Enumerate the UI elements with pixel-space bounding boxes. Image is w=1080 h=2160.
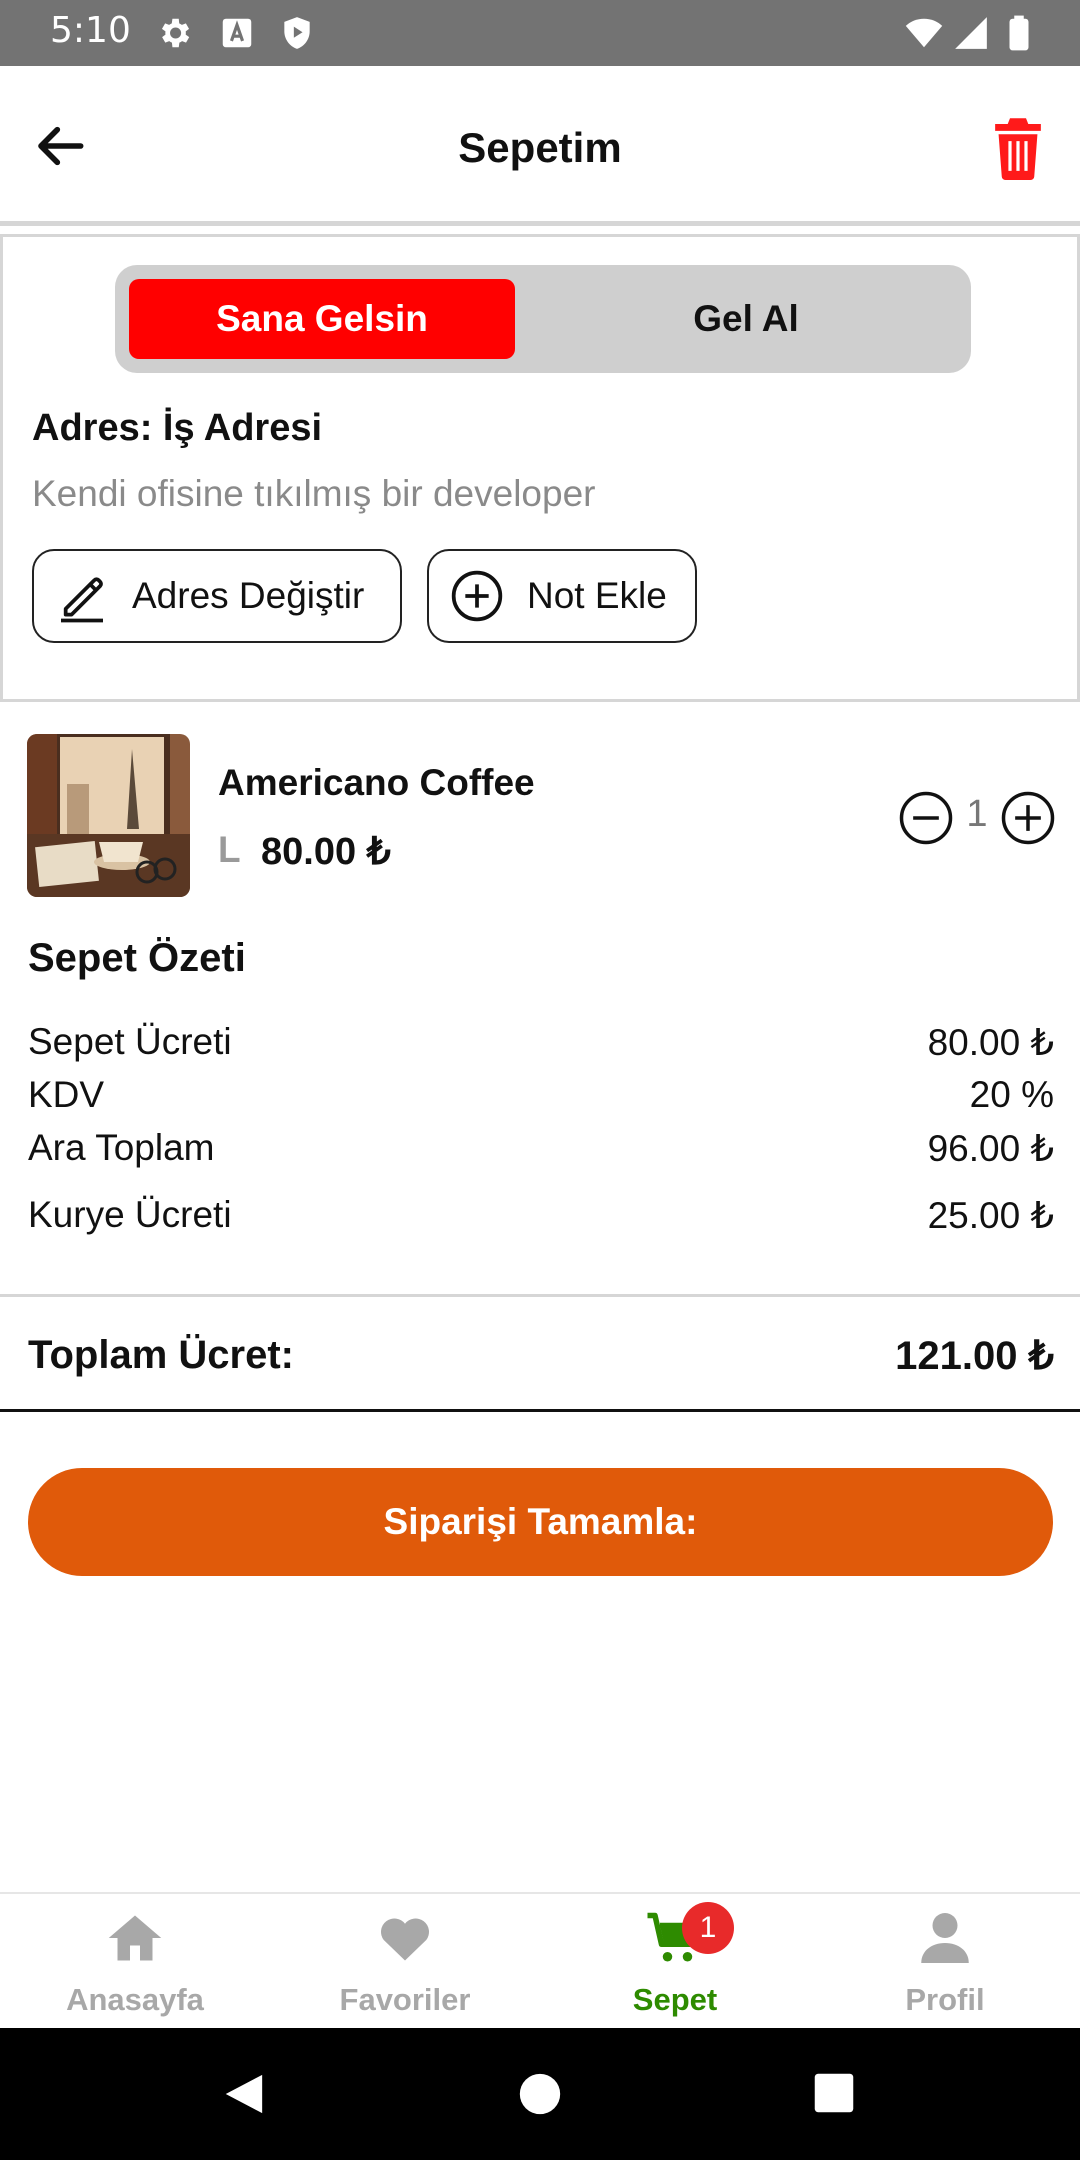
product-image (27, 734, 190, 897)
summary-label-ara-toplam: Ara Toplam (28, 1127, 215, 1168)
summary-label-sepet-ucreti: Sepet Ücreti (28, 1021, 232, 1062)
nav-item-profil[interactable]: Profil (810, 1894, 1080, 2030)
total-label: Toplam Ücret: (28, 1333, 294, 1377)
checkout-button[interactable]: Siparişi Tamamla: (28, 1468, 1053, 1576)
delivery-type-toggle: Sana Gelsin Gel Al (115, 265, 971, 373)
system-recents-icon[interactable] (813, 2072, 855, 2114)
decrease-quantity-icon[interactable] (898, 790, 954, 846)
summary-label-kurye-ucreti: Kurye Ücreti (28, 1194, 232, 1235)
change-address-label: Adres Değiştir (132, 575, 365, 616)
system-back-icon[interactable] (220, 2070, 266, 2118)
system-home-icon[interactable] (518, 2072, 562, 2116)
nav-label-sepet: Sepet (632, 1982, 718, 2017)
trash-icon[interactable] (990, 116, 1046, 180)
nav-item-sepet[interactable]: Sepet (540, 1894, 810, 2030)
wifi-icon (905, 18, 943, 48)
address-title: Adres: İş Adresi (32, 407, 323, 449)
increase-quantity-icon[interactable] (1000, 790, 1056, 846)
heart-icon (381, 1918, 429, 1961)
total-value: 121.00 ₺ (895, 1334, 1054, 1378)
person-icon (921, 1913, 969, 1963)
top-app-bar: Sepetim (0, 66, 1080, 226)
summary-value-kurye-ucreti: 25.00 ₺ (927, 1195, 1054, 1236)
cart-badge: 1 (682, 1902, 734, 1954)
nav-label-profil: Profil (905, 1982, 985, 2017)
product-name: Americano Coffee (218, 762, 535, 803)
keyboard-a-icon (222, 18, 252, 48)
add-note-label: Not Ekle (527, 575, 667, 616)
divider (0, 1294, 1080, 1297)
option-sana-gelsin[interactable]: Sana Gelsin (129, 279, 515, 359)
nav-item-anasayfa[interactable]: Anasayfa (0, 1894, 270, 2030)
settings-icon (161, 18, 190, 48)
status-bar: 5:10 (0, 0, 1080, 66)
nav-item-favoriler[interactable]: Favoriler (270, 1894, 540, 2030)
address-description: Kendi ofisine tıkılmış bir developer (32, 473, 596, 514)
delivery-panel: Sana Gelsin Gel Al Adres: İş Adresi Kend… (0, 234, 1080, 702)
add-circle-icon (451, 570, 503, 622)
option-gel-al[interactable]: Gel Al (535, 279, 957, 359)
cell-signal-icon (955, 17, 987, 49)
coffee-photo-image (27, 734, 190, 897)
shield-play-icon (284, 17, 310, 49)
system-navigation-bar (0, 2028, 1080, 2160)
nav-label-favoriler: Favoriler (339, 1982, 471, 2017)
summary-label-kdv: KDV (28, 1074, 105, 1115)
change-address-button[interactable]: Adres Değiştir (32, 549, 402, 643)
summary-value-sepet-ucreti: 80.00 ₺ (927, 1022, 1054, 1063)
summary-value-ara-toplam: 96.00 ₺ (927, 1128, 1054, 1169)
divider (0, 1409, 1080, 1412)
page-title: Sepetim (458, 124, 622, 171)
quantity-value: 1 (966, 793, 988, 835)
nav-label-anasayfa: Anasayfa (66, 1982, 204, 2017)
battery-icon (1009, 15, 1029, 51)
product-price: 80.00 ₺ (261, 831, 391, 873)
pencil-icon (61, 577, 103, 623)
summary-value-kdv: 20 % (969, 1074, 1054, 1115)
product-size: L (218, 829, 241, 870)
add-note-button[interactable]: Not Ekle (427, 549, 697, 643)
bottom-navigation: Anasayfa Favoriler Sepet Profil (0, 1892, 1080, 2030)
summary-title: Sepet Özeti (28, 936, 246, 980)
home-icon (108, 1915, 162, 1961)
status-time: 5:10 (50, 10, 131, 51)
